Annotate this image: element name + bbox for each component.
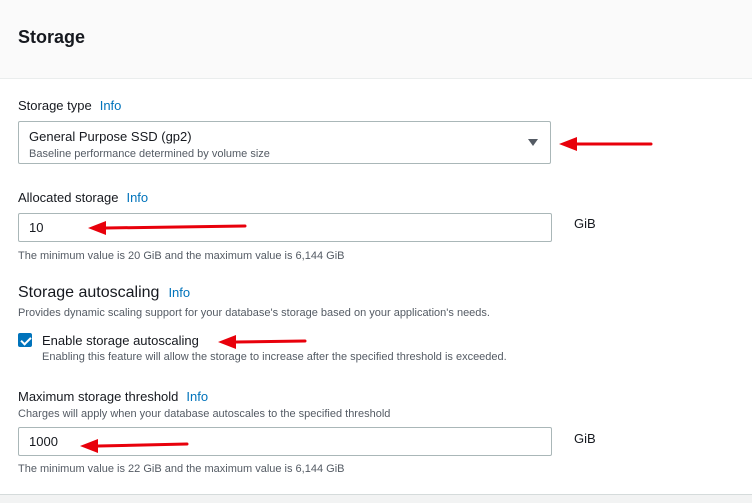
caret-down-icon: [528, 139, 538, 146]
threshold-constraint: The minimum value is 22 GiB and the maxi…: [18, 463, 345, 475]
allocated-storage-label: Allocated storage Info: [18, 190, 148, 205]
enable-autoscaling-description: Enabling this feature will allow the sto…: [42, 351, 507, 363]
allocated-storage-constraint: The minimum value is 20 GiB and the maxi…: [18, 250, 345, 262]
allocated-storage-unit: GiB: [574, 216, 596, 231]
annotation-arrow-icon: [88, 221, 247, 235]
autoscaling-title-text: Storage autoscaling: [18, 284, 160, 301]
autoscaling-info-link[interactable]: Info: [168, 285, 190, 300]
enable-autoscaling-label[interactable]: Enable storage autoscaling: [42, 333, 199, 348]
annotation-arrow-shaft: [234, 339, 307, 344]
enable-autoscaling-checkbox[interactable]: [18, 333, 32, 347]
panel-header: [0, 0, 752, 79]
annotation-arrow-head: [218, 335, 236, 349]
annotation-arrow-shaft: [96, 442, 189, 448]
autoscaling-description: Provides dynamic scaling support for you…: [18, 307, 490, 319]
threshold-label: Maximum storage threshold Info: [18, 389, 208, 404]
allocated-storage-label-text: Allocated storage: [18, 190, 119, 205]
storage-type-selected-desc: Baseline performance determined by volum…: [29, 148, 270, 160]
annotation-arrow-shaft: [104, 224, 247, 230]
storage-type-label-text: Storage type: [18, 98, 92, 113]
annotation-arrow-head: [80, 439, 98, 453]
storage-type-selected-value: General Purpose SSD (gp2): [29, 129, 192, 144]
annotation-arrow-head: [559, 137, 577, 151]
storage-type-info-link[interactable]: Info: [100, 98, 122, 113]
panel-title: Storage: [18, 27, 86, 47]
checkmark-icon: [20, 334, 32, 346]
threshold-label-text: Maximum storage threshold: [18, 389, 179, 404]
annotation-arrow-icon: [559, 137, 653, 151]
threshold-description: Charges will apply when your database au…: [18, 408, 391, 420]
storage-type-select[interactable]: General Purpose SSD (gp2) Baseline perfo…: [18, 121, 551, 164]
autoscaling-section-title: Storage autoscaling Info: [18, 284, 190, 302]
allocated-storage-info-link[interactable]: Info: [126, 190, 148, 205]
annotation-arrow-icon: [218, 335, 307, 349]
annotation-arrow-icon: [80, 439, 189, 453]
threshold-unit: GiB: [574, 431, 596, 446]
storage-type-label: Storage type Info: [18, 98, 121, 113]
annotation-arrow-head: [88, 221, 106, 235]
threshold-info-link[interactable]: Info: [186, 389, 208, 404]
